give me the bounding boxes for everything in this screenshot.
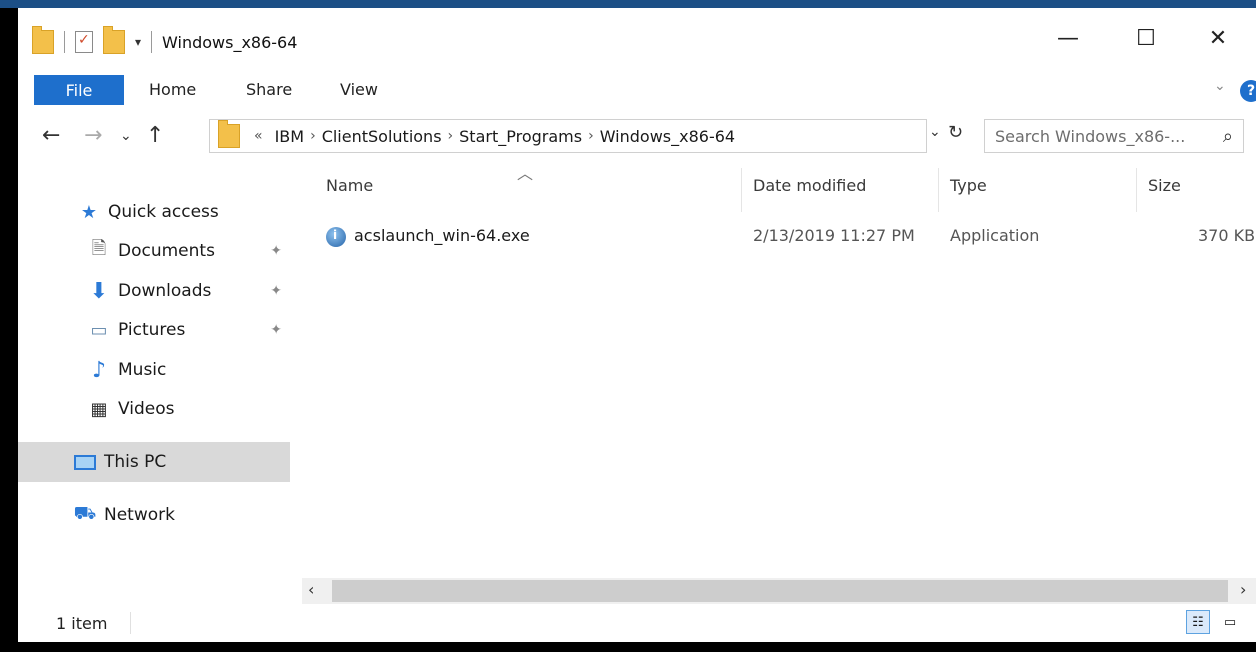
toolbar-divider xyxy=(64,31,65,53)
this-pc-icon xyxy=(74,451,96,473)
new-folder-icon[interactable] xyxy=(103,26,125,54)
expand-ribbon-chevron-icon[interactable]: ⌄ xyxy=(1214,78,1226,94)
pin-icon[interactable]: ✦ xyxy=(270,283,282,299)
file-tab[interactable]: File xyxy=(34,75,124,105)
search-placeholder: Search Windows_x86-... xyxy=(995,126,1186,146)
search-input[interactable]: Search Windows_x86-... ⌕ xyxy=(984,119,1244,153)
sidebar-item-this-pc[interactable]: This PC xyxy=(18,442,290,482)
breadcrumb-item[interactable]: Start_Programs xyxy=(459,127,582,146)
sidebar-item-music[interactable]: ♪ Music xyxy=(18,350,290,390)
music-icon: ♪ xyxy=(91,357,107,383)
toolbar-divider xyxy=(151,31,153,53)
column-header-type[interactable]: Type xyxy=(950,176,987,195)
application-icon xyxy=(326,226,346,247)
customize-toolbar-icon[interactable]: ▾ xyxy=(135,35,141,49)
column-header-size[interactable]: Size xyxy=(1148,176,1181,195)
breadcrumb-item[interactable]: ClientSolutions xyxy=(322,127,442,146)
sidebar-item-label: Pictures xyxy=(118,320,186,340)
sidebar-item-downloads[interactable]: ⬇ Downloads ✦ xyxy=(18,271,290,311)
status-divider xyxy=(130,612,131,634)
sidebar-item-pictures[interactable]: ▭ Pictures ✦ xyxy=(18,310,290,350)
pictures-icon: ▭ xyxy=(90,319,108,341)
properties-icon[interactable] xyxy=(75,31,93,53)
breadcrumb-overflow-icon[interactable]: « xyxy=(254,128,263,144)
sidebar-item-label: Downloads xyxy=(118,281,212,301)
status-bar xyxy=(18,606,1256,642)
sidebar-item-network[interactable]: ⛟ Network xyxy=(18,495,290,535)
breadcrumb-item[interactable]: Windows_x86-64 xyxy=(600,127,735,146)
network-icon: ⛟ xyxy=(73,503,97,524)
file-name: acslaunch_win-64.exe xyxy=(354,226,530,245)
close-button[interactable]: ✕ xyxy=(1190,18,1246,58)
address-dropdown-icon[interactable]: ⌄ xyxy=(929,124,941,140)
sort-ascending-icon: ︿ xyxy=(517,164,534,183)
breadcrumb-item[interactable]: IBM xyxy=(275,127,305,146)
breadcrumb: « IBM › ClientSolutions › Start_Programs… xyxy=(248,127,741,146)
up-arrow-icon[interactable]: ↑ xyxy=(146,123,164,148)
sidebar-item-quick-access[interactable]: ★ Quick access xyxy=(18,192,290,232)
minimize-button[interactable]: — xyxy=(1040,18,1096,58)
sidebar-item-label: This PC xyxy=(104,452,167,472)
details-view-icon[interactable]: ☷ xyxy=(1186,610,1210,634)
star-icon: ★ xyxy=(80,201,98,223)
recent-locations-chevron-icon[interactable]: ⌄ xyxy=(120,128,132,144)
breadcrumb-separator-icon[interactable]: › xyxy=(588,128,594,144)
column-divider[interactable] xyxy=(741,168,742,212)
quick-access-toolbar: ▾ Windows_x86-64 xyxy=(32,26,298,56)
refresh-icon[interactable]: ↻ xyxy=(948,122,963,143)
sidebar-item-label: Network xyxy=(104,505,175,525)
scrollbar-thumb[interactable] xyxy=(332,580,1228,602)
help-icon[interactable]: ? xyxy=(1240,80,1256,102)
sidebar-item-label: Videos xyxy=(118,399,175,419)
back-arrow-icon[interactable]: ← xyxy=(42,123,60,148)
tab-share[interactable]: Share xyxy=(246,80,292,99)
file-type: Application xyxy=(950,226,1040,245)
sidebar-item-label: Quick access xyxy=(108,202,219,222)
forward-arrow-icon[interactable]: → xyxy=(84,123,102,148)
sidebar-item-label: Documents xyxy=(118,241,215,261)
downloads-icon: ⬇ xyxy=(89,278,109,304)
documents-icon: 🗎 xyxy=(91,238,107,259)
folder-icon xyxy=(218,120,240,148)
column-divider[interactable] xyxy=(1136,168,1137,212)
scroll-right-icon[interactable]: › xyxy=(1240,580,1246,599)
file-size: 370 KB xyxy=(1198,226,1256,245)
column-header-name[interactable]: Name xyxy=(326,176,373,195)
column-divider[interactable] xyxy=(938,168,939,212)
sidebar-item-label: Music xyxy=(118,360,167,380)
folder-icon xyxy=(32,26,54,54)
item-count: 1 item xyxy=(56,614,108,633)
scroll-left-icon[interactable]: ‹ xyxy=(308,580,314,599)
breadcrumb-separator-icon[interactable]: › xyxy=(310,128,316,144)
maximize-button[interactable]: ☐ xyxy=(1118,18,1174,58)
sidebar-item-videos[interactable]: ▦ Videos xyxy=(18,389,290,429)
file-explorer-window: ▾ Windows_x86-64 — ☐ ✕ File Home Share V… xyxy=(18,8,1256,642)
videos-icon: ▦ xyxy=(90,398,108,420)
breadcrumb-separator-icon[interactable]: › xyxy=(448,128,454,144)
pin-icon[interactable]: ✦ xyxy=(270,243,282,259)
pin-icon[interactable]: ✦ xyxy=(270,322,282,338)
large-icons-view-icon[interactable]: ▭ xyxy=(1218,610,1242,634)
sidebar-item-documents[interactable]: 🗎 Documents ✦ xyxy=(18,231,290,271)
search-icon[interactable]: ⌕ xyxy=(1223,126,1233,147)
file-date-modified: 2/13/2019 11:27 PM xyxy=(753,226,915,245)
window-title: Windows_x86-64 xyxy=(162,32,298,52)
address-bar[interactable]: « IBM › ClientSolutions › Start_Programs… xyxy=(209,119,927,153)
top-window-edge xyxy=(0,0,1256,8)
file-row[interactable]: acslaunch_win-64.exe 2/13/2019 11:27 PM … xyxy=(318,220,1256,252)
tab-view[interactable]: View xyxy=(340,80,378,99)
column-header-date-modified[interactable]: Date modified xyxy=(753,176,866,195)
tab-home[interactable]: Home xyxy=(149,80,196,99)
